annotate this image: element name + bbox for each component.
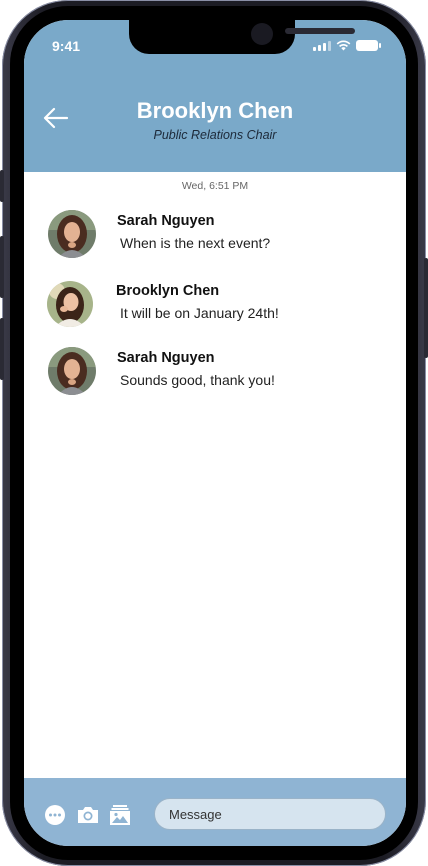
avatar[interactable]: [48, 347, 96, 395]
message-item: Sarah Nguyen Sounds good, thank you!: [48, 347, 378, 403]
notch: [129, 20, 355, 54]
message-text: When is the next event?: [120, 235, 271, 251]
front-camera: [251, 23, 273, 45]
more-button[interactable]: [44, 804, 66, 826]
screen: 9:41 Brooklyn Chen Public Relations Chai…: [24, 20, 406, 846]
avatar[interactable]: [48, 210, 96, 258]
volume-down-button: [0, 318, 4, 380]
message-item: Brooklyn Chen It will be on January 24th…: [47, 280, 378, 336]
volume-up-button: [0, 236, 4, 298]
composer-bar: [24, 778, 406, 846]
status-icons: [313, 40, 381, 51]
battery-icon: [356, 40, 381, 51]
wifi-icon: [336, 40, 351, 51]
silent-switch: [0, 170, 4, 202]
cellular-signal-icon: [313, 41, 331, 51]
gallery-icon: [110, 805, 130, 825]
camera-button[interactable]: [76, 804, 100, 826]
message-item: Sarah Nguyen When is the next event?: [48, 210, 378, 266]
camera-icon: [78, 807, 98, 823]
message-text: It will be on January 24th!: [120, 305, 279, 321]
chat-header: 9:41 Brooklyn Chen Public Relations Chai…: [24, 20, 406, 172]
more-icon: [45, 805, 65, 825]
message-sender: Sarah Nguyen: [117, 350, 215, 366]
message-text: Sounds good, thank you!: [120, 372, 275, 388]
gallery-button[interactable]: [109, 804, 131, 826]
message-timestamp: Wed, 6:51 PM: [181, 180, 249, 192]
chat-title: Brooklyn Chen: [136, 98, 294, 123]
message-input[interactable]: [154, 798, 386, 830]
message-sender: Sarah Nguyen: [117, 213, 215, 229]
message-sender: Brooklyn Chen: [116, 283, 220, 299]
power-button: [424, 258, 428, 358]
avatar[interactable]: [47, 281, 93, 327]
earpiece: [285, 28, 355, 34]
chat-subtitle: Public Relations Chair: [153, 128, 277, 142]
status-time: 9:41: [52, 38, 81, 54]
